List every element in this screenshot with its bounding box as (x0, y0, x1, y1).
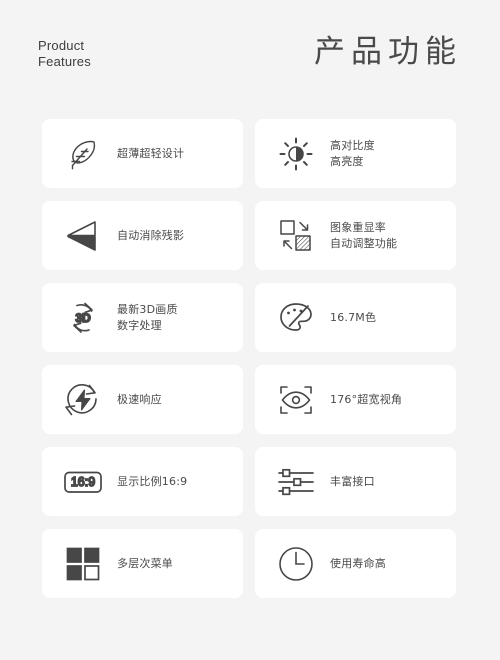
feature-card: 176°超宽视角 (255, 365, 456, 434)
feature-label: 176°超宽视角 (330, 392, 403, 406)
lightning-refresh-icon (62, 379, 104, 421)
feature-label: 超薄超轻设计 (117, 146, 185, 160)
feature-card: 多层次菜单 (42, 529, 243, 598)
clock-icon (275, 543, 317, 585)
ghosting-triangle-icon (62, 215, 104, 257)
page-title: 产品功能 (314, 34, 462, 70)
feature-label: 高对比度 高亮度 (330, 138, 375, 168)
feature-card: 图象重显率 自动调整功能 (255, 201, 456, 270)
feature-label: 自动消除残影 (117, 228, 185, 242)
feature-label: 使用寿命高 (330, 556, 386, 570)
sliders-icon (275, 461, 317, 503)
feature-label: 最新3D画质 数字处理 (117, 302, 178, 332)
product-features-page: Product Features 产品功能 超薄超轻设计 高对比度 高亮度 自动… (0, 0, 500, 660)
feature-card: 自动消除残影 (42, 201, 243, 270)
feature-card: 超薄超轻设计 (42, 119, 243, 188)
grid-squares-icon (62, 543, 104, 585)
feature-label: 极速响应 (117, 392, 162, 406)
feature-card: 丰富接口 (255, 447, 456, 516)
feature-label: 显示比例16:9 (117, 474, 188, 488)
feather-icon (62, 133, 104, 175)
palette-icon (275, 297, 317, 339)
brightness-sun-icon (275, 133, 317, 175)
aspect-ratio-icon-text: 16:9 (71, 475, 95, 489)
3d-icon-text: 3D (75, 311, 91, 325)
feature-grid: 超薄超轻设计 高对比度 高亮度 自动消除残影 图象重显率 自动调整功能 3D 最… (42, 119, 456, 598)
eye-focus-icon (275, 379, 317, 421)
feature-card: 极速响应 (42, 365, 243, 434)
page-header: Product Features 产品功能 (0, 0, 500, 105)
feature-label: 丰富接口 (330, 474, 375, 488)
feature-card: 使用寿命高 (255, 529, 456, 598)
feature-card: 3D 最新3D画质 数字处理 (42, 283, 243, 352)
feature-label: 多层次菜单 (117, 556, 173, 570)
3d-rotate-icon: 3D (62, 297, 104, 339)
feature-card: 16:9 显示比例16:9 (42, 447, 243, 516)
image-resize-icon (275, 215, 317, 257)
aspect-ratio-icon: 16:9 (62, 461, 104, 503)
feature-label: 16.7M色 (330, 310, 377, 324)
feature-label: 图象重显率 自动调整功能 (330, 220, 398, 250)
feature-card: 高对比度 高亮度 (255, 119, 456, 188)
feature-card: 16.7M色 (255, 283, 456, 352)
page-eyebrow: Product Features (38, 38, 91, 69)
